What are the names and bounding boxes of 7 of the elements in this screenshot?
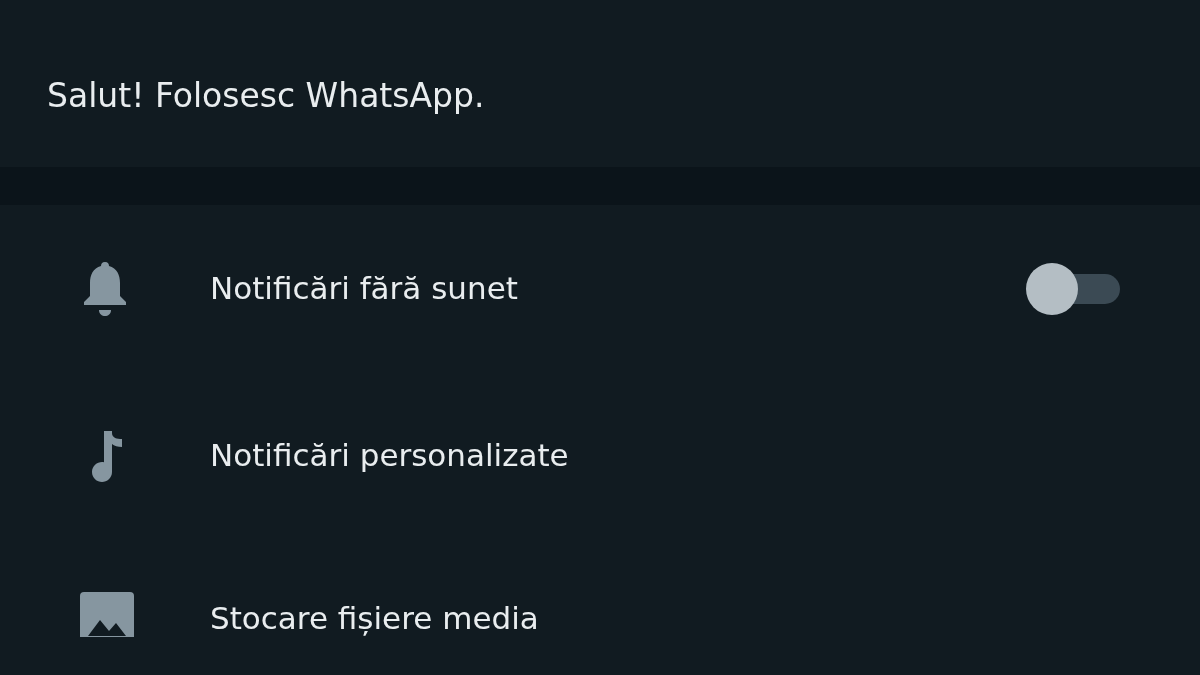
bell-icon (82, 259, 128, 318)
toggle-switch[interactable] (1026, 262, 1122, 315)
setting-label[interactable]: Notificări personalizate (210, 436, 1200, 475)
setting-label[interactable]: Stocare fișiere media (210, 599, 1200, 637)
setting-label[interactable]: Notificări fără sunet (210, 269, 1026, 308)
about-text: Salut! Folosesc WhatsApp. (47, 76, 485, 115)
image-icon (80, 592, 134, 637)
